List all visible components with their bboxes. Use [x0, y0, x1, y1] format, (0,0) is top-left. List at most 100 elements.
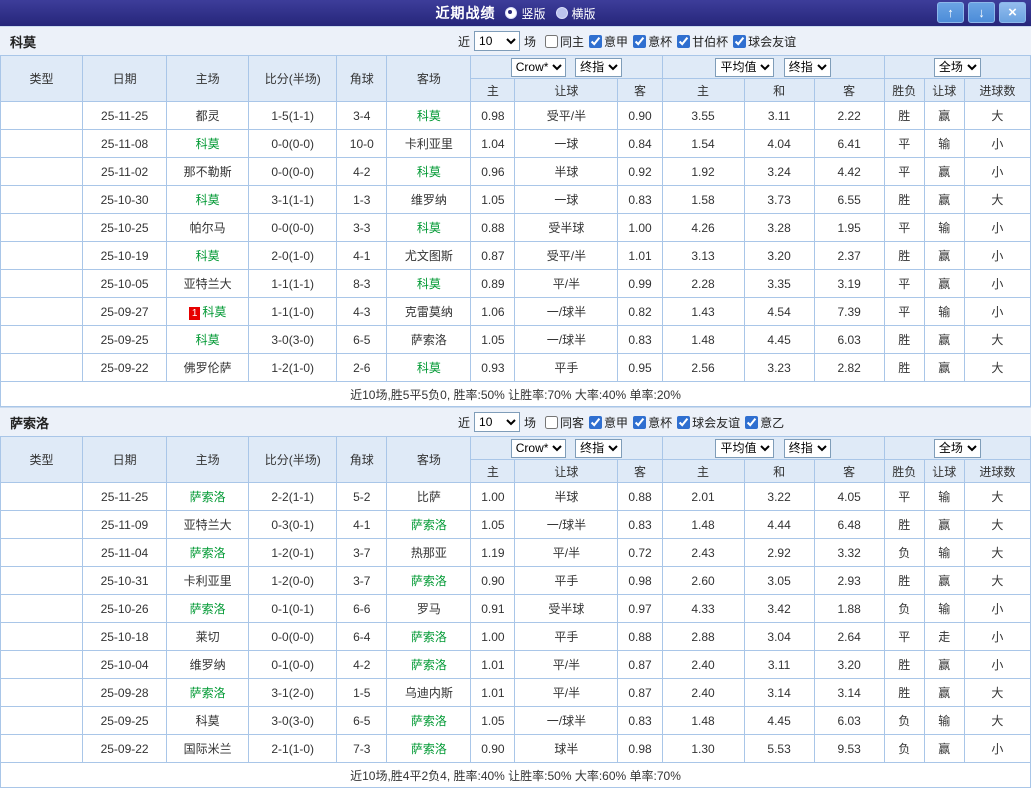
home-team-cell: 帕尔马: [166, 213, 250, 242]
odds-time-select[interactable]: 终指: [575, 57, 623, 77]
away-team-cell: 萨索洛: [386, 510, 472, 539]
date-cell: 25-09-28: [82, 678, 168, 707]
home-team-cell: 萨索洛: [166, 538, 250, 567]
away-team-cell: 萨索洛: [386, 734, 472, 763]
filter-checkbox[interactable]: 球会友谊: [733, 33, 796, 50]
handicap-home-odds: 0.98: [470, 101, 516, 130]
move-up-button[interactable]: ↑: [937, 2, 964, 23]
score-cell: 3-0(3-0): [248, 325, 338, 354]
handicap-away-odds: 0.97: [617, 594, 663, 623]
handicap-line: 一/球半: [514, 297, 619, 326]
avg-draw-odds: 3.04: [743, 622, 815, 651]
checkbox-input[interactable]: [745, 415, 759, 429]
filter-checkbox[interactable]: 意乙: [745, 414, 784, 431]
col-odds-handicap: 让球: [514, 78, 619, 102]
scope-select[interactable]: 全场: [933, 438, 981, 458]
home-team-name: 莱切: [195, 630, 220, 644]
result-wdl: 负: [883, 594, 925, 623]
checkbox-input[interactable]: [589, 34, 603, 48]
result-handicap: 输: [923, 297, 965, 326]
layout-option-horizontal[interactable]: 横版: [555, 5, 596, 22]
scope-select[interactable]: 全场: [933, 57, 981, 77]
filter-checkboxes: 同主 意甲 意杯 甘伯杯 球会友谊: [540, 33, 796, 50]
checkbox-input[interactable]: [589, 415, 603, 429]
avg-source-select[interactable]: 平均值: [715, 57, 775, 77]
checkbox-input[interactable]: [633, 415, 647, 429]
avg-home-odds: 3.13: [661, 241, 745, 270]
odds-time-select[interactable]: 终指: [575, 438, 623, 458]
handicap-away-odds: 1.01: [617, 241, 663, 270]
layout-option-vertical[interactable]: 竖版: [505, 5, 546, 22]
checkbox-label: 同主: [560, 34, 585, 49]
filter-checkbox[interactable]: 意甲: [589, 414, 628, 431]
checkbox-input[interactable]: [677, 34, 691, 48]
checkbox-input[interactable]: [545, 34, 559, 48]
away-team-cell: 萨索洛: [386, 650, 472, 679]
col-result-handicap: 让球: [923, 459, 965, 483]
match-row: 意甲 25-10-30 科莫 3-1(1-1) 1-3 维罗纳 1.05 一球 …: [0, 185, 1031, 214]
col-odds-handicap: 让球: [514, 459, 619, 483]
avg-draw-odds: 3.20: [743, 241, 815, 270]
result-wdl: 胜: [883, 185, 925, 214]
filter-checkbox[interactable]: 同客: [545, 414, 584, 431]
games-label: 场: [524, 415, 537, 430]
handicap-away-odds: 0.92: [617, 157, 663, 186]
recent-count-select[interactable]: 10: [474, 31, 521, 51]
radio-label: 横版: [571, 6, 596, 21]
score-cell: 3-1(1-1): [248, 185, 338, 214]
odds-source-select[interactable]: Crow*: [510, 57, 566, 77]
home-team-name: 国际米兰: [183, 742, 232, 756]
filter-bar: 近 10 场 同主 意甲 意杯 甘伯杯 球会友谊: [458, 31, 796, 51]
avg-home-odds: 1.30: [661, 734, 745, 763]
recent-count-select[interactable]: 10: [474, 412, 521, 432]
filter-checkbox[interactable]: 同主: [545, 33, 584, 50]
date-cell: 25-09-22: [82, 353, 168, 382]
away-team-name: 维罗纳: [410, 193, 447, 207]
score-cell: 3-1(2-0): [248, 678, 338, 707]
result-wdl: 负: [883, 706, 925, 735]
europe-odds-group: 平均值 终指: [661, 55, 885, 79]
summary-row: 近10场,胜4平2负4, 胜率:40% 让胜率:50% 大率:60% 单率:70…: [0, 762, 1031, 788]
filter-checkbox[interactable]: 甘伯杯: [677, 33, 728, 50]
home-team-cell: 萨索洛: [166, 482, 250, 511]
match-row: 意甲 25-10-26 萨索洛 0-1(0-1) 6-6 罗马 0.91 受半球…: [0, 594, 1031, 623]
avg-time-select[interactable]: 终指: [783, 438, 831, 458]
match-row: 意甲 25-11-02 那不勒斯 0-0(0-0) 4-2 科莫 0.96 半球…: [0, 157, 1031, 186]
filter-checkbox[interactable]: 球会友谊: [677, 414, 740, 431]
checkbox-input[interactable]: [733, 34, 747, 48]
corner-cell: 7-3: [336, 734, 388, 763]
score-cell: 0-0(0-0): [248, 213, 338, 242]
radio-icon[interactable]: [505, 7, 518, 19]
filter-checkbox[interactable]: 意杯: [633, 33, 672, 50]
league-cell: 意甲: [0, 650, 84, 679]
filter-checkbox[interactable]: 意甲: [589, 33, 628, 50]
col-avg-draw: 和: [743, 78, 815, 102]
checkbox-input[interactable]: [545, 415, 559, 429]
recent-label: 近: [458, 34, 471, 49]
date-cell: 25-10-31: [82, 566, 168, 595]
avg-draw-odds: 3.73: [743, 185, 815, 214]
corner-cell: 2-6: [336, 353, 388, 382]
score-cell: 3-0(3-0): [248, 706, 338, 735]
col-date: 日期: [82, 436, 168, 483]
away-team-name: 萨索洛: [410, 518, 447, 532]
avg-source-select[interactable]: 平均值: [715, 438, 775, 458]
close-button[interactable]: ×: [999, 2, 1026, 23]
checkbox-label: 球会友谊: [748, 34, 797, 49]
team-section: 科莫 近 10 场 同主 意甲 意杯 甘伯杯 球会友谊 类型 日期 主场 比分(…: [0, 26, 1031, 407]
corner-cell: 10-0: [336, 129, 388, 158]
checkbox-input[interactable]: [677, 415, 691, 429]
checkbox-input[interactable]: [633, 34, 647, 48]
col-odds-away: 客: [617, 459, 663, 483]
avg-home-odds: 1.48: [661, 706, 745, 735]
avg-draw-odds: 4.44: [743, 510, 815, 539]
radio-icon[interactable]: [555, 7, 568, 19]
avg-away-odds: 4.42: [813, 157, 885, 186]
handicap-away-odds: 1.00: [617, 213, 663, 242]
move-down-button[interactable]: ↓: [968, 2, 995, 23]
avg-time-select[interactable]: 终指: [783, 57, 831, 77]
filter-checkbox[interactable]: 意杯: [633, 414, 672, 431]
odds-source-select[interactable]: Crow*: [510, 438, 566, 458]
handicap-line: 一/球半: [514, 510, 619, 539]
handicap-line: 受半球: [514, 594, 619, 623]
